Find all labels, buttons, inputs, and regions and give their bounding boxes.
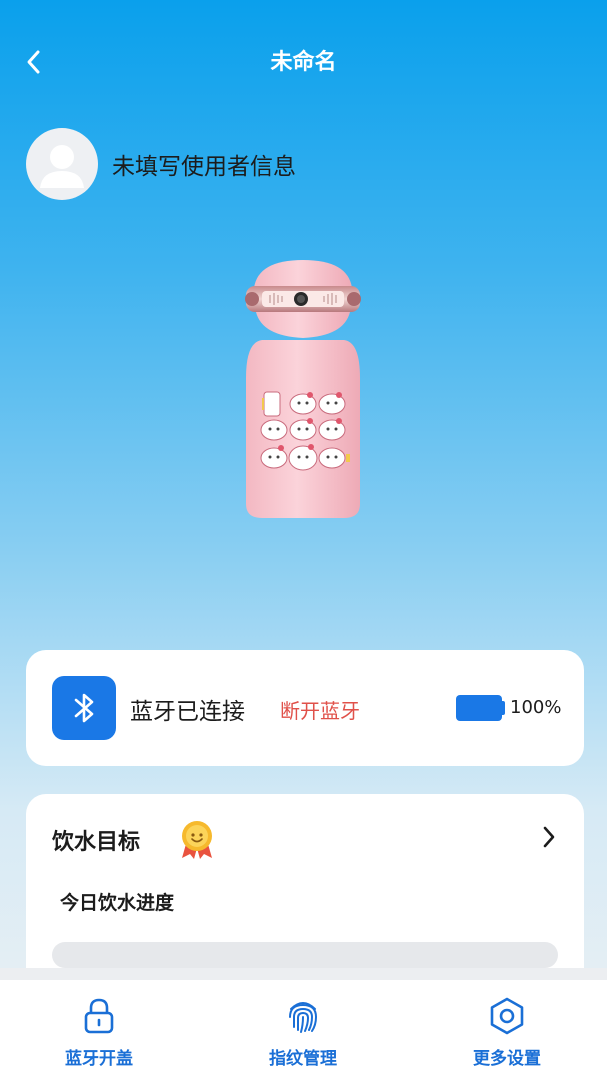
tab-fingerprint-management[interactable]: 指纹管理	[228, 996, 378, 1069]
device-image	[240, 258, 366, 520]
avatar	[26, 128, 98, 200]
bluetooth-card: 蓝牙已连接 断开蓝牙 100%	[26, 650, 584, 766]
lock-icon	[84, 998, 114, 1034]
tab-more-settings[interactable]: 更多设置	[432, 996, 582, 1069]
settings-hexagon-icon	[490, 997, 524, 1035]
disconnect-bluetooth-button[interactable]: 断开蓝牙	[280, 695, 360, 724]
battery-tip	[501, 701, 505, 715]
bottom-tab-bar: 蓝牙开盖 指纹管理 更多设置	[0, 968, 607, 1080]
tab-label: 更多设置	[473, 1049, 541, 1069]
tab-bluetooth-unlock[interactable]: 蓝牙开盖	[24, 996, 174, 1069]
bluetooth-icon-tile	[52, 676, 116, 740]
chevron-right-icon	[543, 826, 555, 848]
battery-percentage: 100%	[510, 697, 562, 718]
bluetooth-status: 蓝牙已连接	[130, 699, 245, 725]
fingerprint-icon	[289, 1002, 318, 1033]
page-title: 未命名	[270, 50, 337, 75]
bluetooth-icon	[74, 693, 94, 723]
water-goal-title: 饮水目标	[52, 830, 141, 855]
tab-label: 指纹管理	[269, 1049, 337, 1069]
water-goal-card[interactable]: 饮水目标 今日饮水进度	[26, 794, 584, 994]
user-info-text: 未填写使用者信息	[112, 154, 296, 180]
tab-label: 蓝牙开盖	[65, 1049, 133, 1069]
progress-label: 今日饮水进度	[60, 892, 175, 914]
user-info-row[interactable]: 未填写使用者信息	[26, 128, 296, 200]
user-avatar-icon	[40, 145, 84, 188]
battery-icon	[456, 695, 502, 721]
water-progress-bar	[52, 942, 558, 968]
top-bar: 未命名	[0, 0, 607, 120]
medal-icon	[182, 821, 212, 859]
goal-detail-button[interactable]	[534, 822, 564, 852]
